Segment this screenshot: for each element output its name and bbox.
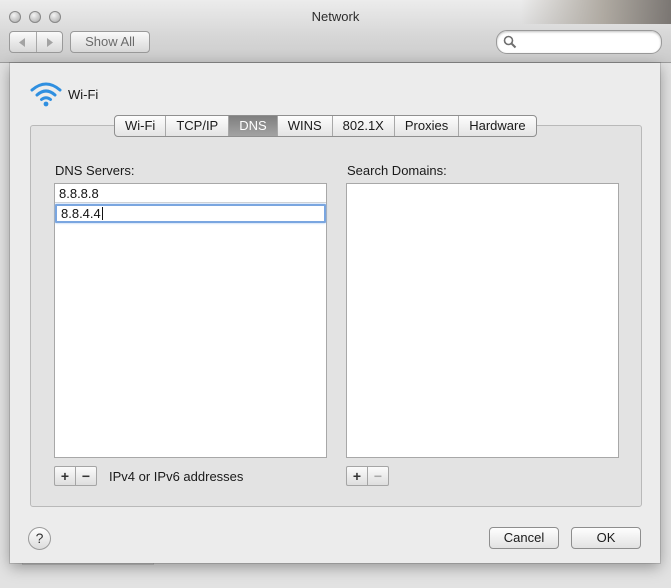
cancel-button[interactable]: Cancel <box>489 527 559 549</box>
dns-server-address: 8.8.8.8 <box>59 186 99 201</box>
chevron-right-icon <box>46 37 53 47</box>
tab-dns[interactable]: DNS <box>228 116 277 136</box>
back-forward-control <box>9 31 63 53</box>
help-button[interactable]: ? <box>28 527 51 550</box>
remove-dns-server-button[interactable]: − <box>75 467 96 485</box>
tab-802-1x[interactable]: 802.1X <box>331 116 394 136</box>
chevron-left-icon <box>19 37 26 47</box>
forward-button[interactable] <box>35 32 63 52</box>
tab-proxies[interactable]: Proxies <box>393 116 458 136</box>
interface-name: Wi-Fi <box>68 86 99 102</box>
tab-hardware[interactable]: Hardware <box>458 116 535 136</box>
tab-wins[interactable]: WINS <box>276 116 332 136</box>
dns-servers-list[interactable]: 8.8.8.8 8.8.4.4 <box>54 183 327 458</box>
show-all-button[interactable]: Show All <box>70 31 150 53</box>
back-button[interactable] <box>10 32 36 52</box>
ok-button[interactable]: OK <box>571 527 641 549</box>
dns-server-address: 8.8.4.4 <box>61 206 101 221</box>
tab-tcp-ip[interactable]: TCP/IP <box>165 116 228 136</box>
address-hint: IPv4 or IPv6 addresses <box>109 469 244 484</box>
search-domains-label: Search Domains: <box>347 163 447 178</box>
interface-header: Wi-Fi <box>30 80 98 108</box>
search-input[interactable] <box>519 33 655 51</box>
search-field[interactable] <box>496 30 662 54</box>
search-icon <box>503 35 517 49</box>
text-caret <box>101 207 103 220</box>
tab-wi-fi[interactable]: Wi-Fi <box>115 116 165 136</box>
dns-server-row[interactable]: 8.8.8.8 <box>55 184 326 203</box>
advanced-settings-sheet: Wi-Fi Wi-Fi TCP/IP DNS WINS 802.1X Proxies Har… <box>10 63 660 563</box>
search-domains-list[interactable] <box>346 183 619 458</box>
wifi-icon <box>30 82 62 107</box>
dns-server-edit-field[interactable]: 8.8.4.4 <box>55 204 326 223</box>
dns-tab-panel: DNS Servers: 8.8.8.8 8.8.4.4 + − IPv4 or … <box>30 125 642 507</box>
dns-servers-label: DNS Servers: <box>55 163 135 178</box>
settings-tab-bar: Wi-Fi TCP/IP DNS WINS 802.1X Proxies Hardware <box>114 115 537 137</box>
add-search-domain-button[interactable]: + <box>347 467 367 485</box>
add-dns-server-button[interactable]: + <box>55 467 75 485</box>
remove-search-domain-button[interactable]: − <box>367 467 388 485</box>
window-titlebar: Network Show All <box>0 0 671 63</box>
window-title: Network <box>311 9 360 24</box>
dns-add-remove-control: + − <box>54 466 97 486</box>
search-domains-add-remove-control: + − <box>346 466 389 486</box>
